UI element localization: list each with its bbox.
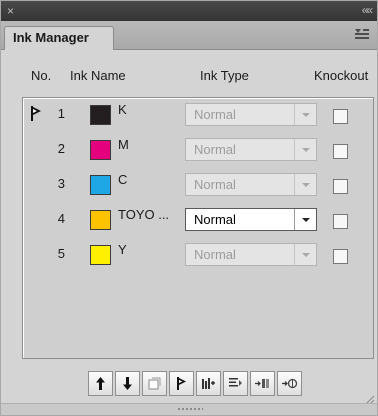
ink-type-value: Normal (194, 177, 236, 192)
merge-ink-icon[interactable] (277, 371, 302, 396)
ink-number: 4 (57, 211, 65, 226)
close-panel-icon[interactable]: × (7, 3, 14, 19)
panel-title-strip: × «« (1, 1, 377, 21)
move-up-icon[interactable] (88, 371, 113, 396)
panel-drag-handle-icon[interactable] (177, 407, 203, 411)
ink-number: 5 (57, 246, 65, 261)
ink-row[interactable]: 2 M Normal (23, 133, 373, 167)
replace-ink-icon[interactable] (250, 371, 275, 396)
new-ink-alias-icon[interactable] (142, 371, 167, 396)
ink-number: 3 (57, 176, 65, 191)
ink-color-swatch (90, 245, 111, 265)
column-header-knockout: Knockout (314, 68, 369, 83)
dropdown-arrow-icon[interactable] (294, 209, 316, 230)
ink-type-dropdown[interactable]: Normal (185, 208, 317, 231)
ink-name: M (118, 137, 129, 152)
ink-manager-panel: × «« Ink Manager No. Ink Name Ink Type K… (0, 0, 378, 416)
ink-name: TOYO ... (118, 207, 170, 222)
ink-type-value: Normal (194, 212, 236, 227)
dropdown-arrow-icon[interactable] (294, 244, 316, 265)
ink-type-value: Normal (194, 247, 236, 262)
knockout-checkbox[interactable] (333, 214, 348, 229)
ink-row[interactable]: 3 C Normal (23, 168, 373, 202)
ink-mapping-icon[interactable] (196, 371, 221, 396)
knockout-checkbox[interactable] (333, 179, 348, 194)
ink-name: K (118, 102, 127, 117)
collapse-panel-icon[interactable]: «« (362, 2, 373, 18)
ink-number: 1 (57, 106, 65, 121)
knockout-checkbox[interactable] (333, 144, 348, 159)
dropdown-arrow-icon[interactable] (294, 104, 316, 125)
column-header-ink-name: Ink Name (70, 68, 126, 83)
panel-menu-icon[interactable] (355, 28, 369, 40)
ink-color-swatch (90, 175, 111, 195)
ink-type-dropdown[interactable]: Normal (185, 173, 317, 196)
tab-ink-manager[interactable]: Ink Manager (4, 26, 114, 50)
ink-type-dropdown[interactable]: Normal (185, 243, 317, 266)
ink-row[interactable]: 5 Y Normal (23, 238, 373, 272)
ink-type-dropdown[interactable]: Normal (185, 103, 317, 126)
ink-color-swatch (90, 105, 111, 125)
process-ink-flag-icon (31, 106, 41, 121)
column-header-ink-type: Ink Type (200, 68, 249, 83)
ink-name: C (118, 172, 128, 187)
knockout-checkbox[interactable] (333, 249, 348, 264)
knockout-checkbox[interactable] (333, 109, 348, 124)
ink-row[interactable]: 4 TOYO ... Normal (23, 203, 373, 237)
panel-bottom-edge (1, 403, 377, 415)
column-header-no: No. (31, 68, 52, 83)
ink-list[interactable]: 1 K Normal 2 M Normal 3 C Normal 4 TOYO … (22, 97, 374, 359)
ink-type-dropdown[interactable]: Normal (185, 138, 317, 161)
ink-type-value: Normal (194, 107, 236, 122)
ink-row[interactable]: 1 K Normal (23, 98, 373, 132)
ink-name: Y (118, 242, 127, 257)
dropdown-arrow-icon[interactable] (294, 139, 316, 160)
ink-color-swatch (90, 140, 111, 160)
ink-number: 2 (57, 141, 65, 156)
edit-ink-icon[interactable] (223, 371, 248, 396)
ink-type-value: Normal (194, 142, 236, 157)
ink-color-swatch (90, 210, 111, 230)
dropdown-arrow-icon[interactable] (294, 174, 316, 195)
tab-row: Ink Manager (1, 21, 377, 50)
process-ink-icon[interactable] (169, 371, 194, 396)
move-down-icon[interactable] (115, 371, 140, 396)
